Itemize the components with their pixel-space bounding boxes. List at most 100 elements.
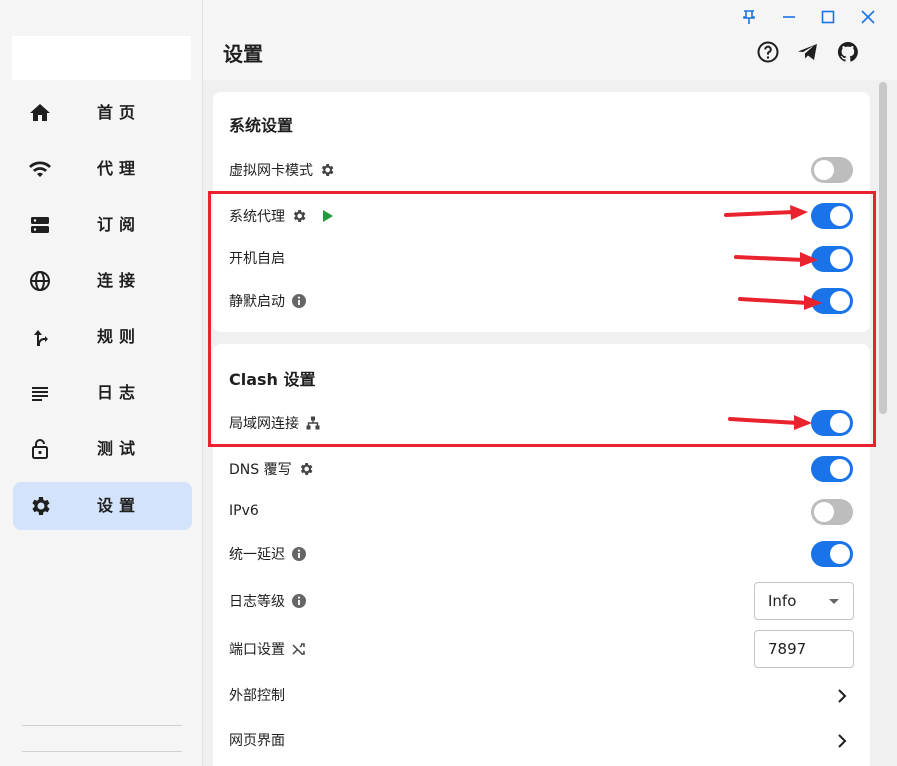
close-icon: [861, 10, 875, 24]
minimize-icon: [783, 16, 795, 18]
auto-launch-label: 开机自启: [229, 251, 285, 267]
app-logo-area: [12, 36, 191, 80]
unified-delay-toggle[interactable]: [811, 541, 853, 567]
pin-button[interactable]: [738, 6, 760, 28]
system-proxy-label: 系统代理: [229, 209, 285, 225]
sidebar-item-label: 规则: [97, 327, 142, 346]
allow-lan-label: 局域网连接: [229, 416, 299, 432]
allow-lan-row: 局域网连接: [229, 413, 321, 433]
chevron-right-icon[interactable]: [834, 733, 850, 749]
sidebar-item-label: 连接: [97, 271, 142, 290]
gear-icon: [32, 497, 50, 515]
tun-mode-toggle[interactable]: [811, 157, 853, 183]
dns-override-row: DNS 覆写: [229, 459, 314, 479]
log-level-label: 日志等级: [229, 594, 285, 610]
toggle-knob: [814, 160, 834, 180]
info-icon[interactable]: [291, 293, 307, 309]
external-controller-label: 外部控制: [229, 688, 285, 704]
sidebar-item-label: 测试: [97, 439, 142, 458]
sidebar: 首页 代理 订阅 连接 规则 日志 测试 设置: [0, 0, 203, 766]
pin-icon: [743, 10, 755, 24]
info-icon[interactable]: [291, 593, 307, 609]
gear-icon[interactable]: [319, 162, 335, 178]
tun-mode-label: 虚拟网卡模式: [229, 163, 313, 179]
sidebar-item-connections[interactable]: 连接: [13, 257, 192, 305]
sidebar-divider: [22, 725, 182, 726]
shuffle-icon[interactable]: [291, 641, 307, 657]
annotation-arrow-icon: [724, 205, 808, 220]
ipv6-toggle[interactable]: [811, 499, 853, 525]
port-input[interactable]: 7897: [754, 630, 854, 668]
auto-launch-row: 开机自启: [229, 248, 285, 268]
gear-icon[interactable]: [291, 208, 307, 224]
home-icon: [30, 104, 50, 121]
sidebar-item-label: 订阅: [97, 215, 142, 234]
toggle-knob: [814, 502, 834, 522]
close-button[interactable]: [857, 6, 879, 28]
network-icon: [306, 416, 320, 430]
web-ui-row[interactable]: 网页界面: [229, 730, 285, 750]
sidebar-item-settings[interactable]: 设置: [13, 482, 192, 530]
annotation-arrow-icon: [738, 295, 822, 310]
sidebar-item-label: 代理: [97, 159, 142, 178]
port-label: 端口设置: [229, 642, 285, 658]
minimize-button[interactable]: [778, 6, 800, 28]
log-level-select[interactable]: Info: [754, 582, 854, 620]
globe-icon: [30, 271, 50, 291]
system-settings-title: 系统设置: [229, 116, 294, 135]
port-value: 7897: [768, 640, 807, 658]
port-row: 端口设置: [229, 639, 307, 659]
unified-delay-label: 统一延迟: [229, 547, 285, 563]
web-ui-label: 网页界面: [229, 733, 285, 749]
log-level-row: 日志等级: [229, 591, 307, 611]
sidebar-item-label: 设置: [97, 496, 142, 515]
help-icon[interactable]: [756, 40, 780, 64]
maximize-button[interactable]: [817, 6, 839, 28]
lock-icon: [32, 439, 48, 459]
dns-override-toggle[interactable]: [811, 456, 853, 482]
ipv6-row: IPv6: [229, 501, 259, 521]
ipv6-label: IPv6: [229, 503, 259, 519]
sidebar-item-subscription[interactable]: 订阅: [13, 201, 192, 249]
clash-settings-card: [213, 344, 870, 766]
sidebar-item-label: 日志: [97, 383, 142, 402]
chevron-right-icon[interactable]: [834, 688, 850, 704]
page-title: 设置: [223, 42, 263, 66]
toggle-knob: [830, 249, 850, 269]
toggle-knob: [830, 544, 850, 564]
info-icon[interactable]: [291, 546, 307, 562]
sidebar-item-home[interactable]: 首页: [13, 89, 192, 137]
server-icon: [31, 217, 49, 233]
scrollbar[interactable]: [879, 82, 887, 414]
wifi-icon: [29, 161, 51, 177]
sidebar-item-label: 首页: [97, 103, 142, 122]
telegram-icon[interactable]: [796, 40, 820, 64]
dns-override-label: DNS 覆写: [229, 462, 292, 478]
system-proxy-toggle[interactable]: [811, 203, 853, 229]
gear-icon[interactable]: [298, 461, 314, 477]
log-level-value: Info: [768, 592, 797, 610]
toggle-knob: [830, 291, 850, 311]
sidebar-item-proxy[interactable]: 代理: [13, 145, 192, 193]
system-proxy-row: 系统代理: [229, 206, 335, 226]
toggle-knob: [830, 413, 850, 433]
sidebar-item-rules[interactable]: 规则: [13, 313, 192, 361]
silent-start-row: 静默启动: [229, 291, 307, 311]
list-icon: [32, 387, 48, 401]
github-icon[interactable]: [836, 40, 860, 64]
caret-down-icon: [829, 599, 839, 604]
external-controller-row[interactable]: 外部控制: [229, 685, 285, 705]
toggle-knob: [830, 206, 850, 226]
fork-icon: [34, 330, 48, 346]
clash-settings-title: Clash 设置: [229, 370, 316, 389]
play-icon[interactable]: [319, 208, 335, 224]
sidebar-item-logs[interactable]: 日志: [13, 369, 192, 417]
tun-mode-row: 虚拟网卡模式: [229, 160, 335, 180]
sidebar-item-test[interactable]: 测试: [13, 425, 192, 473]
toggle-knob: [830, 459, 850, 479]
unified-delay-row: 统一延迟: [229, 544, 307, 564]
maximize-icon: [821, 10, 835, 24]
annotation-arrow-icon: [728, 415, 812, 430]
silent-start-label: 静默启动: [229, 294, 285, 310]
sidebar-divider: [22, 751, 182, 752]
